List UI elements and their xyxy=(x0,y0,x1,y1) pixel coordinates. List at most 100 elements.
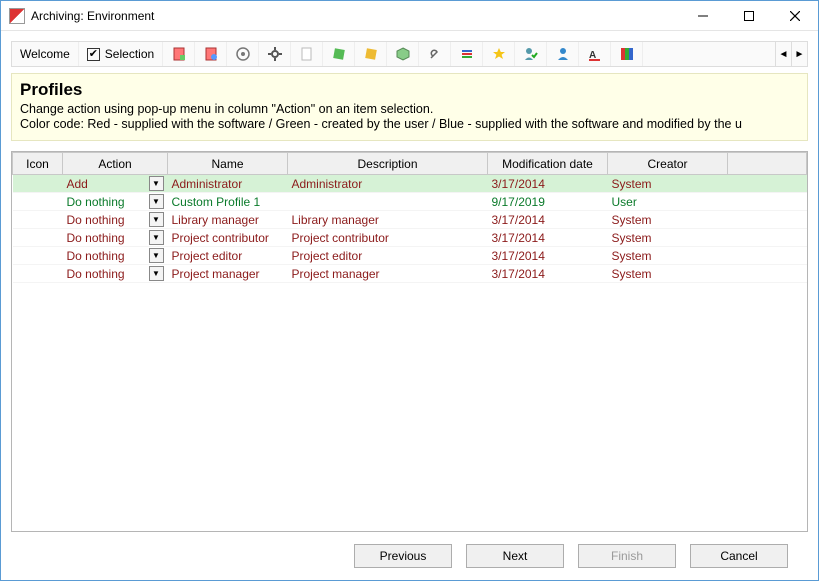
cell-action[interactable]: Do nothing ▼ xyxy=(63,247,168,265)
wrench-icon[interactable] xyxy=(419,42,451,66)
document-icon[interactable] xyxy=(291,42,323,66)
action-dropdown-icon[interactable]: ▼ xyxy=(149,176,164,191)
cell-name: Library manager xyxy=(168,211,288,229)
table-row[interactable]: Do nothing ▼ Project managerProject manage… xyxy=(13,265,807,283)
action-dropdown-icon[interactable]: ▼ xyxy=(149,212,164,227)
cell-date: 3/17/2014 xyxy=(488,247,608,265)
table-row[interactable]: Do nothing ▼ Library managerLibrary manage… xyxy=(13,211,807,229)
cube-green-icon[interactable] xyxy=(323,42,355,66)
cell-date: 3/17/2014 xyxy=(488,265,608,283)
cell-icon xyxy=(13,229,63,247)
column-headers[interactable]: Icon Action Name Description Modificatio… xyxy=(13,153,807,175)
client-area: Welcome ✔ Selection A ◄ ► xyxy=(1,31,818,580)
app-icon xyxy=(9,8,25,24)
next-button[interactable]: Next xyxy=(466,544,564,568)
cell-creator: System xyxy=(608,265,728,283)
table-row[interactable]: Do nothing ▼ Project contributorProject co… xyxy=(13,229,807,247)
cell-creator: System xyxy=(608,247,728,265)
col-name[interactable]: Name xyxy=(168,153,288,175)
instructions-line1: Change action using pop-up menu in colum… xyxy=(20,102,799,116)
cell-date: 9/17/2019 xyxy=(488,193,608,211)
table-row[interactable]: Do nothing▼Project editorProject editor3… xyxy=(13,247,807,265)
cell-action[interactable]: Do nothing ▼ xyxy=(63,229,168,247)
action-dropdown-icon[interactable]: ▼ xyxy=(149,248,164,263)
cell-description: Project contributor xyxy=(288,229,488,247)
maximize-button[interactable] xyxy=(726,1,772,31)
action-dropdown-icon[interactable]: ▼ xyxy=(149,230,164,245)
cell-action[interactable]: Do nothing ▼ xyxy=(63,265,168,283)
user-icon[interactable] xyxy=(547,42,579,66)
cell-name: Project editor xyxy=(168,247,288,265)
gear-icon[interactable] xyxy=(259,42,291,66)
toolbar-icon-3[interactable] xyxy=(227,42,259,66)
col-description[interactable]: Description xyxy=(288,153,488,175)
cell-description: Project manager xyxy=(288,265,488,283)
col-creator[interactable]: Creator xyxy=(608,153,728,175)
table-row[interactable]: Do nothing▼Custom Profile 19/17/2019User xyxy=(13,193,807,211)
cell-name: Project contributor xyxy=(168,229,288,247)
toolbar-icon-1[interactable] xyxy=(163,42,195,66)
cell-description: Administrator xyxy=(288,175,488,193)
footer: Previous Next Finish Cancel xyxy=(11,532,808,580)
col-icon[interactable]: Icon xyxy=(13,153,63,175)
cell-description xyxy=(288,193,488,211)
action-label: Do nothing xyxy=(67,267,125,281)
close-button[interactable] xyxy=(772,1,818,31)
cell-name: Administrator xyxy=(168,175,288,193)
selection-checkbox[interactable]: ✔ Selection xyxy=(79,42,163,66)
action-dropdown-icon[interactable]: ▼ xyxy=(149,194,164,209)
window: Archiving: Environment Welcome ✔ Selecti… xyxy=(0,0,819,581)
toolbar-scroll-right[interactable]: ► xyxy=(791,42,807,66)
profiles-grid[interactable]: Icon Action Name Description Modificatio… xyxy=(11,151,808,532)
cell-creator: System xyxy=(608,211,728,229)
finish-button[interactable]: Finish xyxy=(578,544,676,568)
toolbar-icon-2[interactable] xyxy=(195,42,227,66)
cube-yellow-icon[interactable] xyxy=(355,42,387,66)
welcome-label: Welcome xyxy=(20,47,70,61)
cell-action[interactable]: Add ▼ xyxy=(63,175,168,193)
table-row[interactable]: Add▼AdministratorAdministrator3/17/2014S… xyxy=(13,175,807,193)
cell-icon xyxy=(13,247,63,265)
toolbar-scroll-left[interactable]: ◄ xyxy=(775,42,791,66)
titlebar: Archiving: Environment xyxy=(1,1,818,31)
cell-icon xyxy=(13,175,63,193)
cell-name: Project manager xyxy=(168,265,288,283)
instructions-line2: Color code: Red - supplied with the soft… xyxy=(20,117,799,131)
font-icon[interactable]: A xyxy=(579,42,611,66)
action-dropdown-icon[interactable]: ▼ xyxy=(149,266,164,281)
cell-date: 3/17/2014 xyxy=(488,175,608,193)
toolbar: Welcome ✔ Selection A ◄ ► xyxy=(11,41,808,67)
col-action[interactable]: Action xyxy=(63,153,168,175)
previous-button[interactable]: Previous xyxy=(354,544,452,568)
cancel-button[interactable]: Cancel xyxy=(690,544,788,568)
welcome-button[interactable]: Welcome xyxy=(12,42,79,66)
window-title: Archiving: Environment xyxy=(31,9,154,23)
action-label: Do nothing xyxy=(67,231,125,245)
action-label: Do nothing xyxy=(67,195,125,209)
palette-swatch-icon[interactable] xyxy=(611,42,643,66)
selection-label: Selection xyxy=(105,47,154,61)
cell-name: Custom Profile 1 xyxy=(168,193,288,211)
page-title: Profiles xyxy=(20,80,799,100)
col-modification[interactable]: Modification date xyxy=(488,153,608,175)
hex-icon[interactable] xyxy=(387,42,419,66)
cell-icon xyxy=(13,193,63,211)
cell-icon xyxy=(13,211,63,229)
action-label: Do nothing xyxy=(67,213,125,227)
cell-action[interactable]: Do nothing ▼ xyxy=(63,193,168,211)
cell-date: 3/17/2014 xyxy=(488,229,608,247)
cell-description: Library manager xyxy=(288,211,488,229)
cell-date: 3/17/2014 xyxy=(488,211,608,229)
action-label: Do nothing xyxy=(67,249,125,263)
minimize-button[interactable] xyxy=(680,1,726,31)
cell-description: Project editor xyxy=(288,247,488,265)
cell-icon xyxy=(13,265,63,283)
star-icon[interactable] xyxy=(483,42,515,66)
cell-action[interactable]: Do nothing ▼ xyxy=(63,211,168,229)
cell-creator: System xyxy=(608,175,728,193)
bars-icon[interactable] xyxy=(451,42,483,66)
user-check-icon[interactable] xyxy=(515,42,547,66)
cell-creator: System xyxy=(608,229,728,247)
check-icon: ✔ xyxy=(87,48,100,61)
action-label: Add xyxy=(67,177,88,191)
